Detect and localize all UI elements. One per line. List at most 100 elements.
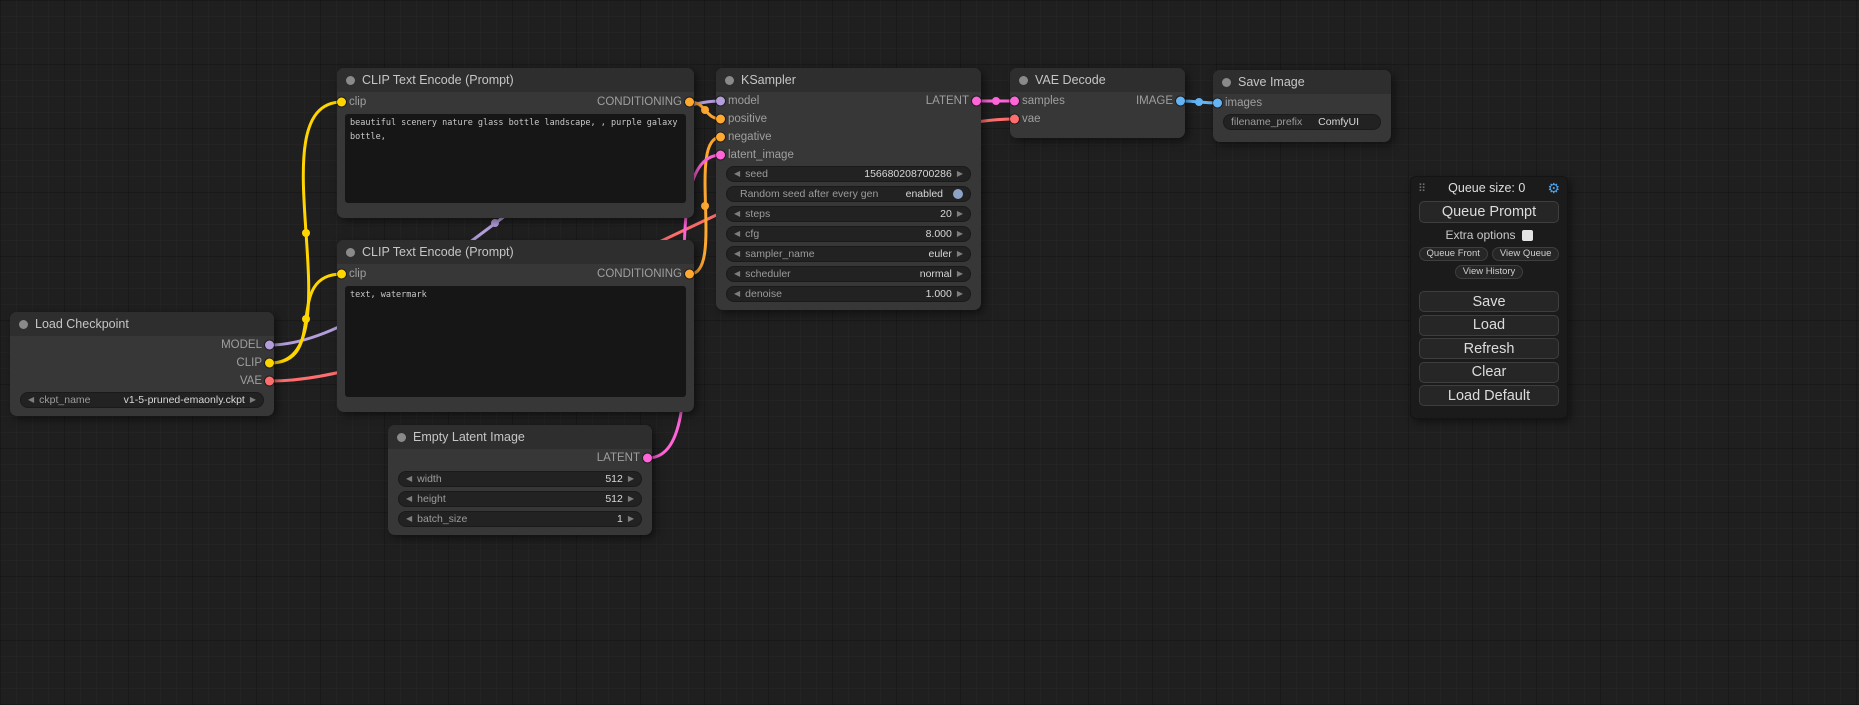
drag-handle-icon[interactable]: ⠿: [1418, 182, 1426, 195]
comfy-menu-panel: ⠿ Queue size: 0 ⚙ Queue Prompt Extra opt…: [1410, 176, 1568, 419]
output-slot-conditioning[interactable]: [685, 98, 694, 107]
node-title-bar[interactable]: CLIP Text Encode (Prompt): [337, 68, 694, 92]
widget-height[interactable]: ◀ height 512 ▶: [398, 491, 642, 507]
save-button[interactable]: Save: [1419, 291, 1559, 312]
decrement-arrow-icon[interactable]: ◀: [28, 396, 34, 404]
collapse-dot-icon[interactable]: [19, 320, 28, 329]
widget-sampler-name[interactable]: ◀ sampler_name euler ▶: [726, 246, 971, 262]
output-slot-image[interactable]: [1176, 97, 1185, 106]
increment-arrow-icon[interactable]: ▶: [628, 475, 634, 483]
collapse-dot-icon[interactable]: [725, 76, 734, 85]
settings-gear-icon[interactable]: ⚙: [1547, 180, 1560, 197]
view-history-button[interactable]: View History: [1455, 265, 1524, 279]
menu-header: ⠿ Queue size: 0 ⚙: [1411, 177, 1567, 199]
widget-value: 8.000: [926, 228, 952, 240]
view-queue-button[interactable]: View Queue: [1492, 247, 1560, 261]
slot-row: samples IMAGE: [1010, 92, 1185, 110]
input-slot-samples[interactable]: [1010, 97, 1019, 106]
node-title-bar[interactable]: VAE Decode: [1010, 68, 1185, 92]
output-slot-clip[interactable]: [265, 359, 274, 368]
widget-seed[interactable]: ◀ seed 156680208700286 ▶: [726, 166, 971, 182]
input-slot-latent-image[interactable]: [716, 151, 725, 160]
slot-row: clip CONDITIONING: [337, 92, 694, 112]
node-title-bar[interactable]: Load Checkpoint: [10, 312, 274, 336]
decrement-arrow-icon[interactable]: ◀: [734, 250, 740, 258]
widget-value: 156680208700286: [864, 168, 952, 180]
widget-filename-prefix[interactable]: filename_prefix ComfyUI: [1223, 114, 1381, 130]
collapse-dot-icon[interactable]: [1019, 76, 1028, 85]
queue-size-label: Queue size: 0: [1431, 181, 1542, 195]
clear-button[interactable]: Clear: [1419, 362, 1559, 383]
decrement-arrow-icon[interactable]: ◀: [734, 210, 740, 218]
widget-scheduler[interactable]: ◀ scheduler normal ▶: [726, 266, 971, 282]
decrement-arrow-icon[interactable]: ◀: [734, 170, 740, 178]
decrement-arrow-icon[interactable]: ◀: [406, 515, 412, 523]
decrement-arrow-icon[interactable]: ◀: [734, 290, 740, 298]
toggle-knob-icon[interactable]: [953, 189, 963, 199]
increment-arrow-icon[interactable]: ▶: [957, 290, 963, 298]
decrement-arrow-icon[interactable]: ◀: [734, 230, 740, 238]
output-slot-latent[interactable]: [972, 97, 981, 106]
output-slot-latent[interactable]: [643, 454, 652, 463]
input-slot-label: images: [1225, 97, 1262, 109]
load-default-button[interactable]: Load Default: [1419, 385, 1559, 406]
widget-label: height: [417, 493, 446, 505]
output-slot-vae[interactable]: [265, 377, 274, 386]
increment-arrow-icon[interactable]: ▶: [957, 270, 963, 278]
decrement-arrow-icon[interactable]: ◀: [734, 270, 740, 278]
increment-arrow-icon[interactable]: ▶: [250, 396, 256, 404]
refresh-button[interactable]: Refresh: [1419, 338, 1559, 359]
collapse-dot-icon[interactable]: [397, 433, 406, 442]
input-slot-negative[interactable]: [716, 133, 725, 142]
increment-arrow-icon[interactable]: ▶: [957, 250, 963, 258]
widget-batch-size[interactable]: ◀ batch_size 1 ▶: [398, 511, 642, 527]
input-slot-vae[interactable]: [1010, 115, 1019, 124]
queue-front-button[interactable]: Queue Front: [1419, 247, 1488, 261]
extra-options-checkbox[interactable]: [1522, 230, 1533, 241]
increment-arrow-icon[interactable]: ▶: [628, 495, 634, 503]
node-clip-text-encode-negative[interactable]: CLIP Text Encode (Prompt) clip CONDITION…: [337, 240, 694, 412]
decrement-arrow-icon[interactable]: ◀: [406, 475, 412, 483]
queue-prompt-button[interactable]: Queue Prompt: [1419, 201, 1559, 223]
slot-row: CLIP: [10, 354, 274, 372]
input-slot-clip[interactable]: [337, 270, 346, 279]
input-slot-positive[interactable]: [716, 115, 725, 124]
node-graph-canvas[interactable]: Load Checkpoint MODEL CLIP VAE ◀ ckpt_na…: [0, 0, 1859, 705]
load-button[interactable]: Load: [1419, 315, 1559, 336]
node-empty-latent-image[interactable]: Empty Latent Image LATENT ◀ width 512 ▶ …: [388, 425, 652, 535]
collapse-dot-icon[interactable]: [1222, 78, 1231, 87]
widget-ckpt-name[interactable]: ◀ ckpt_name v1-5-pruned-emaonly.ckpt ▶: [20, 392, 264, 408]
input-slot-model[interactable]: [716, 97, 725, 106]
node-vae-decode[interactable]: VAE Decode samples IMAGE vae: [1010, 68, 1185, 138]
widget-steps[interactable]: ◀ steps 20 ▶: [726, 206, 971, 222]
increment-arrow-icon[interactable]: ▶: [628, 515, 634, 523]
node-title: Save Image: [1238, 75, 1305, 89]
slot-row: vae: [1010, 110, 1185, 128]
positive-prompt-textarea[interactable]: beautiful scenery nature glass bottle la…: [345, 114, 686, 203]
widget-label: Random seed after every gen: [740, 188, 878, 200]
output-slot-conditioning[interactable]: [685, 270, 694, 279]
node-title: KSampler: [741, 73, 796, 87]
increment-arrow-icon[interactable]: ▶: [957, 170, 963, 178]
input-slot-images[interactable]: [1213, 99, 1222, 108]
node-clip-text-encode-positive[interactable]: CLIP Text Encode (Prompt) clip CONDITION…: [337, 68, 694, 218]
increment-arrow-icon[interactable]: ▶: [957, 230, 963, 238]
collapse-dot-icon[interactable]: [346, 76, 355, 85]
node-title-bar[interactable]: KSampler: [716, 68, 981, 92]
widget-cfg[interactable]: ◀ cfg 8.000 ▶: [726, 226, 971, 242]
node-ksampler[interactable]: KSampler model LATENT positive negative …: [716, 68, 981, 310]
widget-denoise[interactable]: ◀ denoise 1.000 ▶: [726, 286, 971, 302]
negative-prompt-textarea[interactable]: text, watermark: [345, 286, 686, 397]
output-slot-model[interactable]: [265, 341, 274, 350]
node-save-image[interactable]: Save Image images filename_prefix ComfyU…: [1213, 70, 1391, 142]
input-slot-clip[interactable]: [337, 98, 346, 107]
node-title-bar[interactable]: CLIP Text Encode (Prompt): [337, 240, 694, 264]
widget-width[interactable]: ◀ width 512 ▶: [398, 471, 642, 487]
decrement-arrow-icon[interactable]: ◀: [406, 495, 412, 503]
node-title-bar[interactable]: Save Image: [1213, 70, 1391, 94]
node-title-bar[interactable]: Empty Latent Image: [388, 425, 652, 449]
node-load-checkpoint[interactable]: Load Checkpoint MODEL CLIP VAE ◀ ckpt_na…: [10, 312, 274, 416]
increment-arrow-icon[interactable]: ▶: [957, 210, 963, 218]
widget-random-seed-toggle[interactable]: Random seed after every gen enabled: [726, 186, 971, 202]
collapse-dot-icon[interactable]: [346, 248, 355, 257]
